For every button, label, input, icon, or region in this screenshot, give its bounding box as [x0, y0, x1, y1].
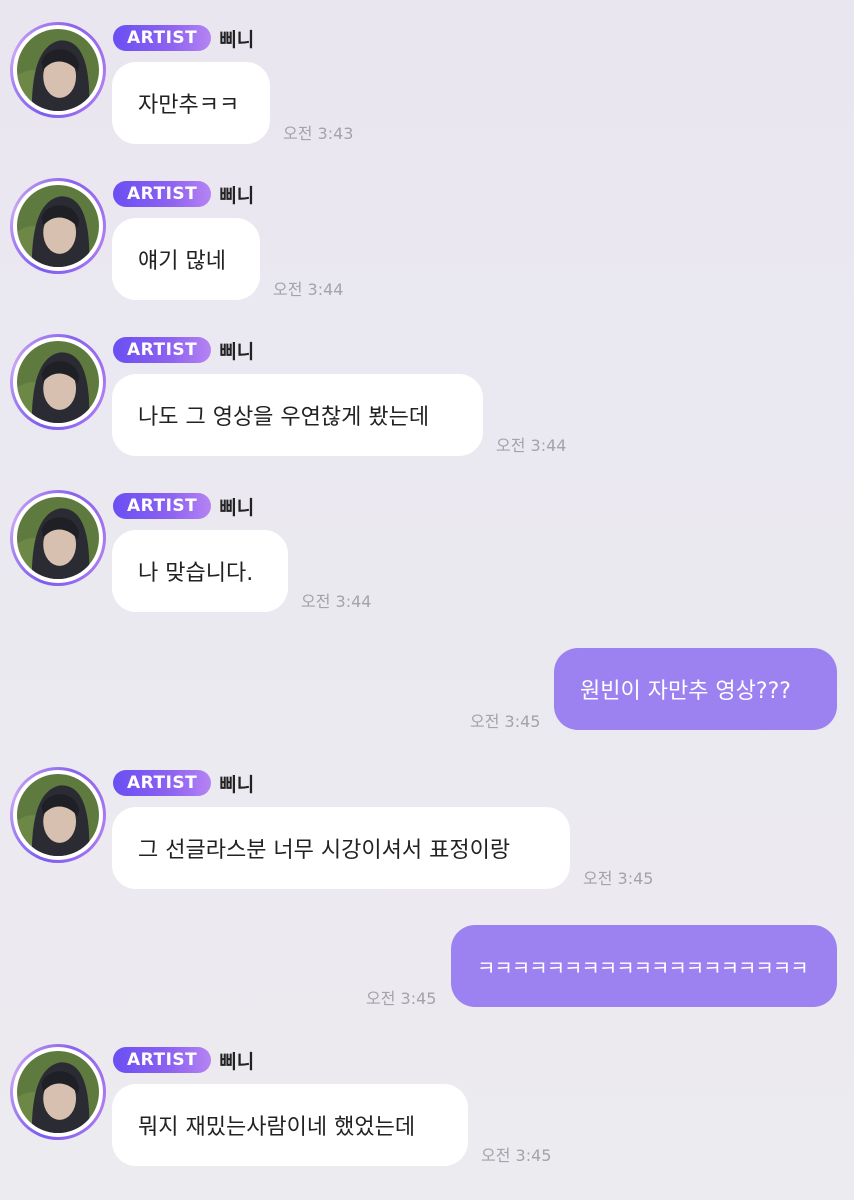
message-time: 오전 3:44 — [301, 592, 372, 611]
sender-name: 삐니 — [219, 773, 255, 796]
artist-badge: ARTIST — [113, 1047, 212, 1073]
message-time: 오전 3:44 — [273, 280, 344, 299]
avatar[interactable] — [10, 22, 106, 118]
artist-badge: ARTIST — [113, 337, 212, 363]
message-bubble[interactable]: 그 선글라스분 너무 시강이셔서 표정이랑 — [112, 807, 570, 889]
sender-line: ARTIST 삐니 — [113, 336, 254, 364]
message-time: 오전 3:45 — [481, 1146, 552, 1165]
outgoing-message: 원빈이 자만추 영상??? 오전 3:45 — [0, 646, 854, 736]
message-time: 오전 3:44 — [496, 436, 567, 455]
avatar-photo-icon — [17, 497, 99, 579]
message-time: 오전 3:45 — [583, 869, 654, 888]
message-bubble[interactable]: 얘기 많네 — [112, 218, 260, 300]
sender-name: 삐니 — [219, 496, 255, 519]
incoming-message: ARTIST 삐니 나도 그 영상을 우연찮게 봤는데 오전 3:44 — [0, 334, 854, 464]
message-text: 나 맞습니다. — [138, 561, 254, 586]
avatar[interactable] — [10, 490, 106, 586]
avatar-photo-icon — [17, 774, 99, 856]
message-bubble[interactable]: 원빈이 자만추 영상??? — [554, 648, 837, 730]
avatar[interactable] — [10, 334, 106, 430]
sender-name: 삐니 — [219, 1050, 255, 1073]
avatar-photo-icon — [17, 29, 99, 111]
incoming-message: ARTIST 삐니 얘기 많네 오전 3:44 — [0, 178, 854, 308]
sender-line: ARTIST 삐니 — [113, 492, 254, 520]
sender-line: ARTIST 삐니 — [113, 1046, 254, 1074]
avatar-photo-icon — [17, 341, 99, 423]
message-time: 오전 3:45 — [470, 712, 541, 731]
message-text: 얘기 많네 — [138, 249, 226, 274]
artist-badge: ARTIST — [113, 770, 212, 796]
avatar[interactable] — [10, 178, 106, 274]
artist-badge: ARTIST — [113, 181, 212, 207]
avatar[interactable] — [10, 1044, 106, 1140]
message-bubble[interactable]: 나 맞습니다. — [112, 530, 288, 612]
artist-badge: ARTIST — [113, 25, 212, 51]
message-text: 뭐지 재밌는사람이네 했었는데 — [138, 1115, 416, 1140]
message-time: 오전 3:45 — [366, 989, 437, 1008]
message-text: ㅋㅋㅋㅋㅋㅋㅋㅋㅋㅋㅋㅋㅋㅋㅋㅋㅋㅋㅋ — [477, 955, 809, 980]
artist-badge: ARTIST — [113, 493, 212, 519]
message-text: 원빈이 자만추 영상??? — [580, 679, 791, 704]
outgoing-message: ㅋㅋㅋㅋㅋㅋㅋㅋㅋㅋㅋㅋㅋㅋㅋㅋㅋㅋㅋ 오전 3:45 — [0, 923, 854, 1013]
message-bubble[interactable]: 자만추ㅋㅋ — [112, 62, 270, 144]
message-text: 나도 그 영상을 우연찮게 봤는데 — [138, 405, 430, 430]
chat-thread: ARTIST 삐니 자만추ㅋㅋ 오전 3:43 ARTIST 삐니 얘기 많네 … — [0, 0, 854, 1200]
message-bubble[interactable]: ㅋㅋㅋㅋㅋㅋㅋㅋㅋㅋㅋㅋㅋㅋㅋㅋㅋㅋㅋ — [451, 925, 837, 1007]
incoming-message: ARTIST 삐니 나 맞습니다. 오전 3:44 — [0, 490, 854, 620]
message-text: 자만추ㅋㅋ — [138, 93, 240, 118]
sender-name: 삐니 — [219, 28, 255, 51]
incoming-message: ARTIST 삐니 그 선글라스분 너무 시강이셔서 표정이랑 오전 3:45 — [0, 767, 854, 897]
message-text: 그 선글라스분 너무 시강이셔서 표정이랑 — [138, 838, 511, 863]
sender-line: ARTIST 삐니 — [113, 180, 254, 208]
message-time: 오전 3:43 — [283, 124, 354, 143]
message-bubble[interactable]: 뭐지 재밌는사람이네 했었는데 — [112, 1084, 468, 1166]
sender-line: ARTIST 삐니 — [113, 24, 254, 52]
sender-name: 삐니 — [219, 340, 255, 363]
message-bubble[interactable]: 나도 그 영상을 우연찮게 봤는데 — [112, 374, 483, 456]
incoming-message: ARTIST 삐니 자만추ㅋㅋ 오전 3:43 — [0, 22, 854, 152]
incoming-message: ARTIST 삐니 뭐지 재밌는사람이네 했었는데 오전 3:45 — [0, 1044, 854, 1174]
avatar-photo-icon — [17, 185, 99, 267]
sender-line: ARTIST 삐니 — [113, 769, 254, 797]
sender-name: 삐니 — [219, 184, 255, 207]
avatar-photo-icon — [17, 1051, 99, 1133]
avatar[interactable] — [10, 767, 106, 863]
